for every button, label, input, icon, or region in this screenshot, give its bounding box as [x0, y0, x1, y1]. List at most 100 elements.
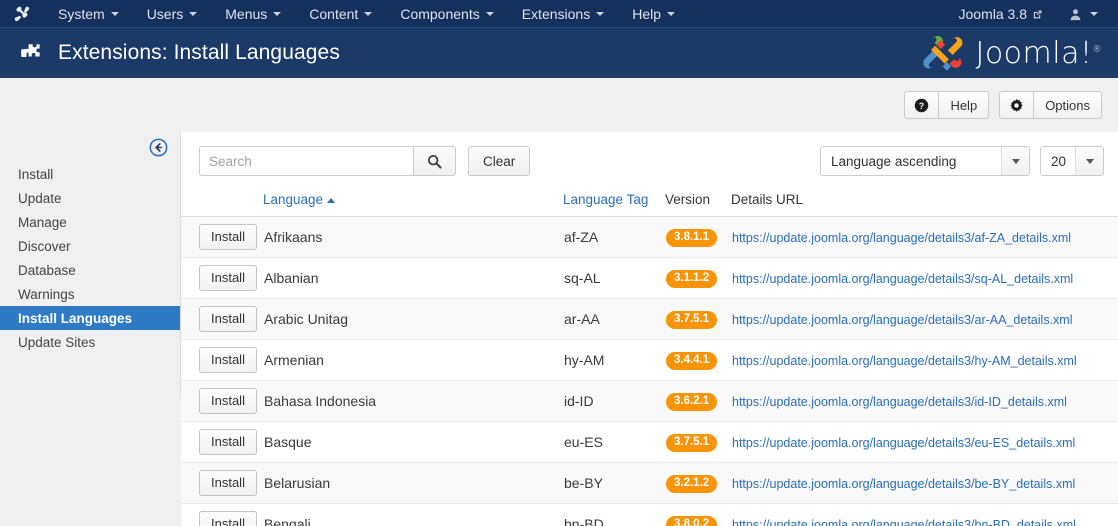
cell-details-url: https://update.joomla.org/language/detai… [731, 462, 1118, 504]
sort-select[interactable]: Language ascending [820, 146, 1030, 176]
column-language-tag-label[interactable]: Language Tag [563, 192, 648, 207]
install-button[interactable]: Install [199, 346, 257, 374]
table-row: Install Belarusian be-BY 3.2.1.2 https:/… [181, 462, 1118, 504]
install-button[interactable]: Install [199, 387, 257, 415]
options-button-label: Options [1045, 97, 1090, 113]
sidebar-item-update[interactable]: Update [0, 186, 180, 210]
trademark-symbol: ® [1092, 44, 1102, 55]
cell-version: 3.6.2.1 [665, 380, 731, 422]
cell-language: Belarusian [263, 462, 563, 504]
sidebar-item-discover[interactable]: Discover [0, 234, 180, 258]
nav-item-content[interactable]: Content [295, 0, 386, 28]
details-url-link[interactable]: https://update.joomla.org/language/detai… [732, 436, 1075, 450]
cell-install: Install [181, 503, 263, 526]
svg-text:?: ? [919, 100, 924, 110]
sidebar-item-install-languages[interactable]: Install Languages [0, 306, 180, 330]
cell-install: Install [181, 421, 263, 463]
list-limit-select[interactable]: 20 [1040, 146, 1104, 176]
sidebar: Install Update Manage Discover Database … [0, 132, 181, 398]
sidebar-item-warnings[interactable]: Warnings [0, 282, 180, 306]
top-navigation-right: Joomla 3.8 [947, 6, 1118, 22]
nav-item-help[interactable]: Help [618, 0, 689, 28]
gear-icon[interactable] [999, 91, 1035, 119]
question-circle-icon[interactable]: ? [904, 91, 940, 119]
nav-item-system[interactable]: System [44, 0, 133, 28]
cell-details-url: https://update.joomla.org/language/detai… [731, 503, 1118, 526]
column-details-url-label: Details URL [731, 192, 804, 207]
clear-button-label: Clear [483, 153, 516, 169]
question-circle-glyph: ? [915, 98, 929, 112]
arrow-circle-left-glyph [149, 138, 168, 156]
page-title-group: Extensions: Install Languages [18, 40, 340, 66]
options-button[interactable]: Options [1034, 91, 1102, 119]
filter-right-group: Language ascending 20 [820, 146, 1104, 176]
column-install [181, 192, 263, 217]
cell-language: Bahasa Indonesia [263, 380, 563, 422]
cell-language-tag: id-ID [563, 380, 665, 422]
nav-item-label: System [58, 6, 105, 22]
joomla-mark-icon[interactable] [0, 5, 44, 23]
install-button[interactable]: Install [199, 510, 257, 526]
table-row: Install Bahasa Indonesia id-ID 3.6.2.1 h… [181, 380, 1118, 422]
install-button[interactable]: Install [199, 223, 257, 251]
cell-details-url: https://update.joomla.org/language/detai… [731, 421, 1118, 463]
site-version-link[interactable]: Joomla 3.8 [947, 6, 1055, 22]
sidebar-item-update-sites[interactable]: Update Sites [0, 330, 180, 354]
puzzle-piece-icon [21, 44, 40, 57]
sort-select-value: Language ascending [831, 153, 957, 169]
arrow-circle-left-icon[interactable] [149, 138, 168, 157]
table-row: Install Afrikaans af-ZA 3.8.1.1 https://… [181, 216, 1118, 258]
help-button-label: Help [950, 97, 978, 113]
install-button[interactable]: Install [199, 428, 257, 456]
cell-language: Bengali [263, 503, 563, 526]
search-input[interactable] [199, 146, 414, 176]
details-url-link[interactable]: https://update.joomla.org/language/detai… [732, 518, 1076, 526]
top-navigation-bar: System Users Menus Content Components Ex… [0, 0, 1118, 28]
details-url-link[interactable]: https://update.joomla.org/language/detai… [732, 231, 1071, 245]
details-url-link[interactable]: https://update.joomla.org/language/detai… [732, 395, 1067, 409]
search-button[interactable] [414, 146, 456, 176]
details-url-link[interactable]: https://update.joomla.org/language/detai… [732, 272, 1073, 286]
install-button[interactable]: Install [199, 469, 257, 497]
column-language[interactable]: Language [263, 192, 563, 217]
joomla-logo: Joomla!® [920, 32, 1102, 74]
languages-table: Language Language Tag Version Details UR… [181, 192, 1118, 526]
nav-item-label: Help [632, 6, 661, 22]
help-button[interactable]: Help [939, 91, 990, 119]
nav-item-menus[interactable]: Menus [211, 0, 295, 28]
install-button[interactable]: Install [199, 264, 257, 292]
table-row: Install Basque eu-ES 3.7.5.1 https://upd… [181, 421, 1118, 463]
cell-version: 3.7.5.1 [665, 298, 731, 340]
cell-install: Install [181, 339, 263, 381]
column-language-tag[interactable]: Language Tag [563, 192, 665, 217]
table-row: Install Arabic Unitag ar-AA 3.7.5.1 http… [181, 298, 1118, 340]
sidebar-item-database[interactable]: Database [0, 258, 180, 282]
chevron-down-glyph [1085, 158, 1094, 164]
cell-language-tag: eu-ES [563, 421, 665, 463]
nav-item-extensions[interactable]: Extensions [508, 0, 618, 28]
version-badge: 3.2.1.2 [666, 475, 718, 493]
clear-button[interactable]: Clear [468, 146, 531, 176]
table-row: Install Bengali bn-BD 3.8.0.2 https://up… [181, 503, 1118, 526]
user-icon [1070, 8, 1081, 20]
cell-details-url: https://update.joomla.org/language/detai… [731, 257, 1118, 299]
column-version-label: Version [665, 192, 711, 207]
nav-item-users[interactable]: Users [133, 0, 212, 28]
filter-bar: Clear Language ascending 20 [181, 146, 1118, 176]
column-details-url: Details URL [731, 192, 1118, 217]
details-url-link[interactable]: https://update.joomla.org/language/detai… [732, 477, 1075, 491]
nav-item-components[interactable]: Components [386, 0, 507, 28]
joomla-wordmark: Joomla! [975, 35, 1093, 71]
sidebar-item-install[interactable]: Install [0, 162, 180, 186]
details-url-link[interactable]: https://update.joomla.org/language/detai… [732, 354, 1077, 368]
user-menu-button[interactable] [1055, 8, 1108, 21]
page-title: Extensions: Install Languages [58, 41, 340, 64]
sidebar-item-label: Discover [18, 238, 71, 254]
column-language-label[interactable]: Language [263, 192, 323, 207]
details-url-link[interactable]: https://update.joomla.org/language/detai… [732, 313, 1072, 327]
cell-language: Arabic Unitag [263, 298, 563, 340]
cell-version: 3.7.5.1 [665, 421, 731, 463]
sidebar-item-manage[interactable]: Manage [0, 210, 180, 234]
cell-install: Install [181, 380, 263, 422]
install-button[interactable]: Install [199, 305, 257, 333]
